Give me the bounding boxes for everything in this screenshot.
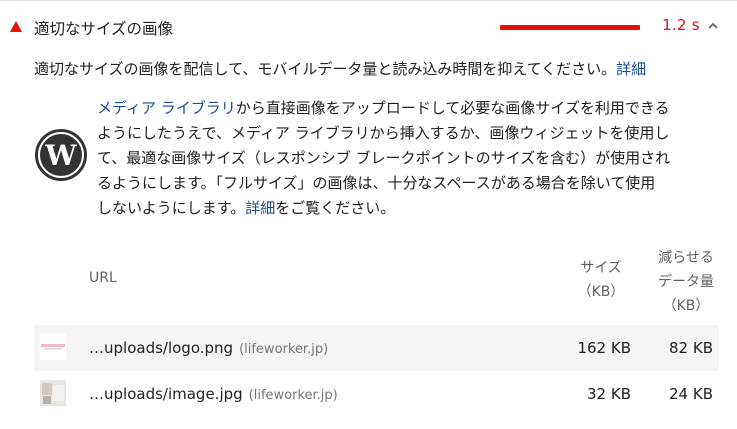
row-size: 32 KB [587,385,631,403]
logo-thumbnail-icon [40,334,66,360]
chevron-up-icon[interactable] [707,20,719,32]
row-url-host: (lifeworker.jp) [239,342,329,357]
row-url-host: (lifeworker.jp) [248,388,338,403]
row-size: 162 KB [577,339,631,357]
wordpress-logo-icon: W [35,129,87,181]
row-url[interactable]: …uploads/image.jpg (lifeworker.jp) [89,385,338,403]
svg-text:W: W [44,139,77,172]
row-savings: 82 KB [669,339,713,357]
wp-line-1-text: から直接画像をアップロードして必要な画像サイズを利用できる [235,99,670,117]
wp-line-2: ようにしたうえで、メディア ライブラリから挿入するか、画像ウィジェットを使用し [97,124,670,142]
header-url: URL [89,270,117,286]
header-savings-line2: データ量 [658,274,714,290]
header-savings-line1: 減らせる [658,250,714,266]
learn-more-link[interactable]: 詳細 [616,60,646,78]
wp-line-5-post: をご覧ください。 [275,199,396,217]
audit-description: 適切なサイズの画像を配信して、モバイルデータ量と読み込み時間を抑えてください。詳… [34,58,646,79]
warning-triangle-icon [10,21,22,32]
metric-value: 1.2 s [662,16,700,34]
wp-line-5-pre: しないようにします。 [97,199,246,217]
row-url[interactable]: …uploads/logo.png (lifeworker.jp) [89,339,328,357]
wp-line-4: るようにします。「フルサイズ」の画像は、十分なスペースがある場合を除いて使用 [97,174,656,192]
audit-title: 適切なサイズの画像 [34,20,174,38]
row-url-path: …uploads/image.jpg [89,385,243,403]
audit-header[interactable]: 適切なサイズの画像 1.2 s [0,8,737,44]
top-divider [0,0,737,1]
header-savings: 減らせる データ量 （KB） [644,246,728,318]
table-row: …uploads/image.jpg (lifeworker.jp) 32 KB … [34,371,719,417]
wp-line-3: て、最適な画像サイズ（レスポンシブ ブレークポイントのサイズを含む）が使用され [97,149,671,167]
table-header: URL サイズ （KB） 減らせる データ量 （KB） [0,240,737,318]
wordpress-guidance: メディア ライブラリから直接画像をアップロードして必要な画像サイズを利用できる … [97,96,722,221]
wp-line-1: メディア ライブラリから直接画像をアップロードして必要な画像サイズを利用できる [97,96,722,121]
description-text: 適切なサイズの画像を配信して、モバイルデータ量と読み込み時間を抑えてください。 [34,60,617,78]
wp-learn-more-link[interactable]: 詳細 [245,199,275,217]
image-thumbnail-icon [40,380,66,406]
metric-bar [500,25,640,30]
row-url-path: …uploads/logo.png [89,339,234,357]
media-library-link[interactable]: メディア ライブラリ [97,99,236,117]
header-savings-line3: （KB） [662,298,710,314]
header-size-line2: （KB） [577,284,625,300]
row-savings: 24 KB [669,385,713,403]
wp-line-5: しないようにします。詳細をご覧ください。 [97,196,722,221]
header-size: サイズ （KB） [566,256,636,304]
table-row: …uploads/logo.png (lifeworker.jp) 162 KB … [34,325,719,371]
header-size-line1: サイズ [580,260,622,276]
